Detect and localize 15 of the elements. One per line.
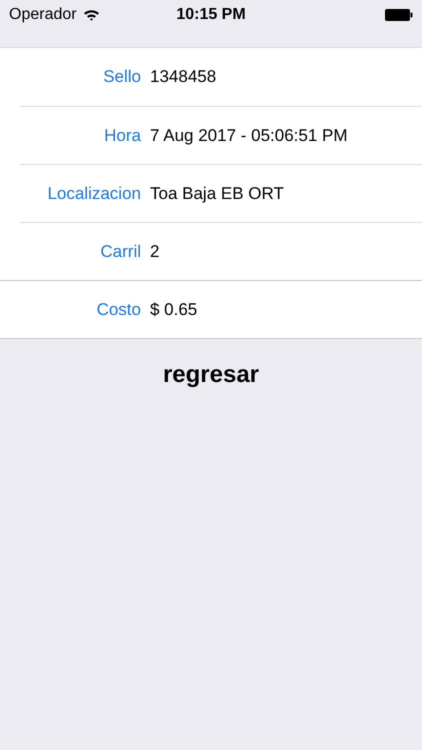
field-value: 2 [150,240,160,263]
field-label: Hora [103,124,141,147]
field-value: 1348458 [150,66,216,88]
back-button[interactable]: regresar [154,355,268,395]
battery-icon [385,9,413,21]
field-value: $ 0.65 [150,298,198,321]
field-label: Localizacion [46,182,141,205]
clock-time: 10:15 PM [176,6,246,23]
field-label: Carril [99,240,141,263]
field-label: Costo [96,298,141,321]
wifi-icon [82,9,100,21]
field-label: Sello [102,66,141,88]
field-value: 7 Aug 2017 - 05:06:51 PM [150,124,348,147]
field-value: Toa Baja EB ORT [150,182,284,205]
carrier-name: Operador [9,5,77,25]
